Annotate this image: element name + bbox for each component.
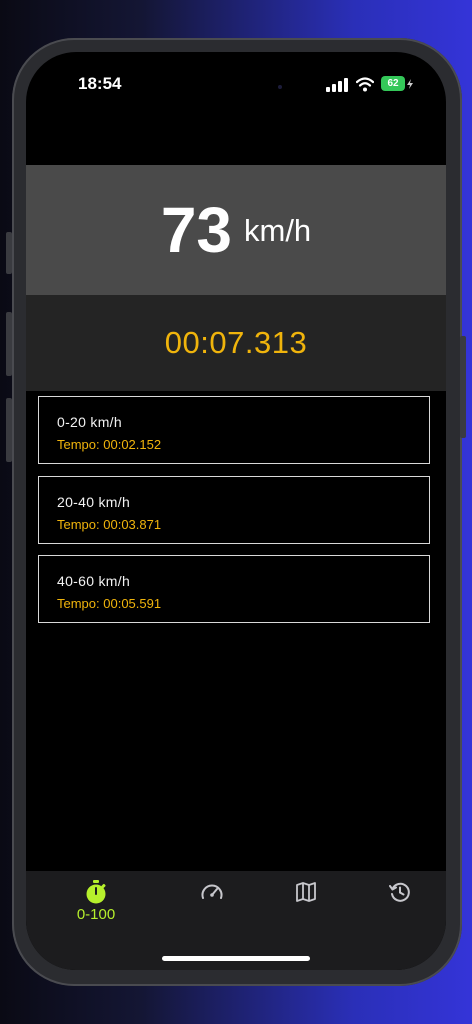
split-time: Tempo: 00:03.871: [57, 517, 162, 532]
map-icon: [296, 882, 316, 902]
tab-0-100[interactable]: 0-100: [66, 871, 126, 941]
camera-dot: [278, 85, 282, 89]
split-range: 20-40 km/h: [57, 494, 131, 510]
split-range: 40-60 km/h: [57, 573, 131, 589]
split-card: 20-40 km/h Tempo: 00:03.871: [38, 476, 430, 544]
charging-bolt-icon: [407, 79, 413, 89]
cellular-signal-icon: [326, 78, 348, 92]
speed-display: 73 km/h: [26, 165, 446, 295]
battery-indicator: 62: [381, 76, 405, 91]
split-time: Tempo: 00:02.152: [57, 437, 162, 452]
action-button: [6, 232, 12, 274]
power-button: [460, 336, 466, 438]
phone-screen: 18:54 62 73 km/h 00:07.313 0-20 km/h Tem…: [26, 52, 446, 970]
tab-label: 0-100: [76, 906, 116, 923]
tab-bar: 0-100: [26, 871, 446, 970]
wifi-icon: [356, 77, 374, 92]
volume-down-button: [6, 398, 12, 462]
speedometer-icon: [201, 884, 223, 899]
tab-speedometer[interactable]: [182, 871, 242, 941]
speed-value: 73: [160, 194, 232, 266]
split-card: 0-20 km/h Tempo: 00:02.152: [38, 396, 430, 464]
history-icon: [389, 882, 410, 902]
tab-map[interactable]: [276, 871, 336, 941]
stopwatch-icon: [86, 880, 106, 904]
split-range: 0-20 km/h: [57, 414, 122, 430]
timer-value: 00:07.313: [164, 325, 308, 360]
split-card: 40-60 km/h Tempo: 00:05.591: [38, 555, 430, 623]
home-indicator[interactable]: [162, 956, 310, 961]
speed-unit: km/h: [244, 213, 312, 248]
tab-history[interactable]: [370, 871, 430, 941]
timer-display: 00:07.313: [26, 295, 446, 391]
status-time: 18:54: [78, 74, 122, 93]
volume-up-button: [6, 312, 12, 376]
split-time: Tempo: 00:05.591: [57, 596, 162, 611]
